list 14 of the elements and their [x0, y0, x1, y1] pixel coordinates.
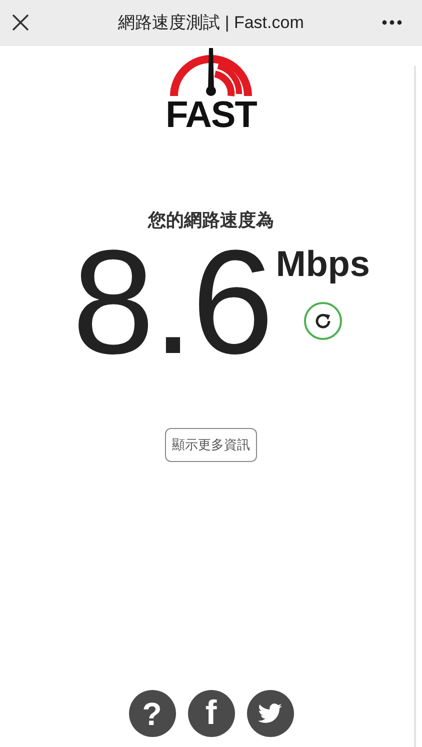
- twitter-button[interactable]: [246, 690, 294, 737]
- speed-value: 8.6: [72, 238, 272, 368]
- close-icon[interactable]: [12, 14, 29, 31]
- speed-unit: Mbps: [276, 242, 370, 286]
- speed-caption: 您的網路速度為: [148, 209, 274, 232]
- refresh-icon: [314, 312, 332, 330]
- facebook-button[interactable]: f: [188, 690, 234, 737]
- window-title: 網路速度測試 | Fast.com: [118, 12, 304, 34]
- refresh-button[interactable]: [304, 302, 342, 340]
- logo-text: FAST: [166, 96, 256, 133]
- more-icon[interactable]: [382, 20, 402, 25]
- more-info-button[interactable]: 顯示更多資訊: [165, 428, 257, 462]
- bird-icon: [257, 702, 283, 724]
- help-button[interactable]: ?: [128, 690, 176, 737]
